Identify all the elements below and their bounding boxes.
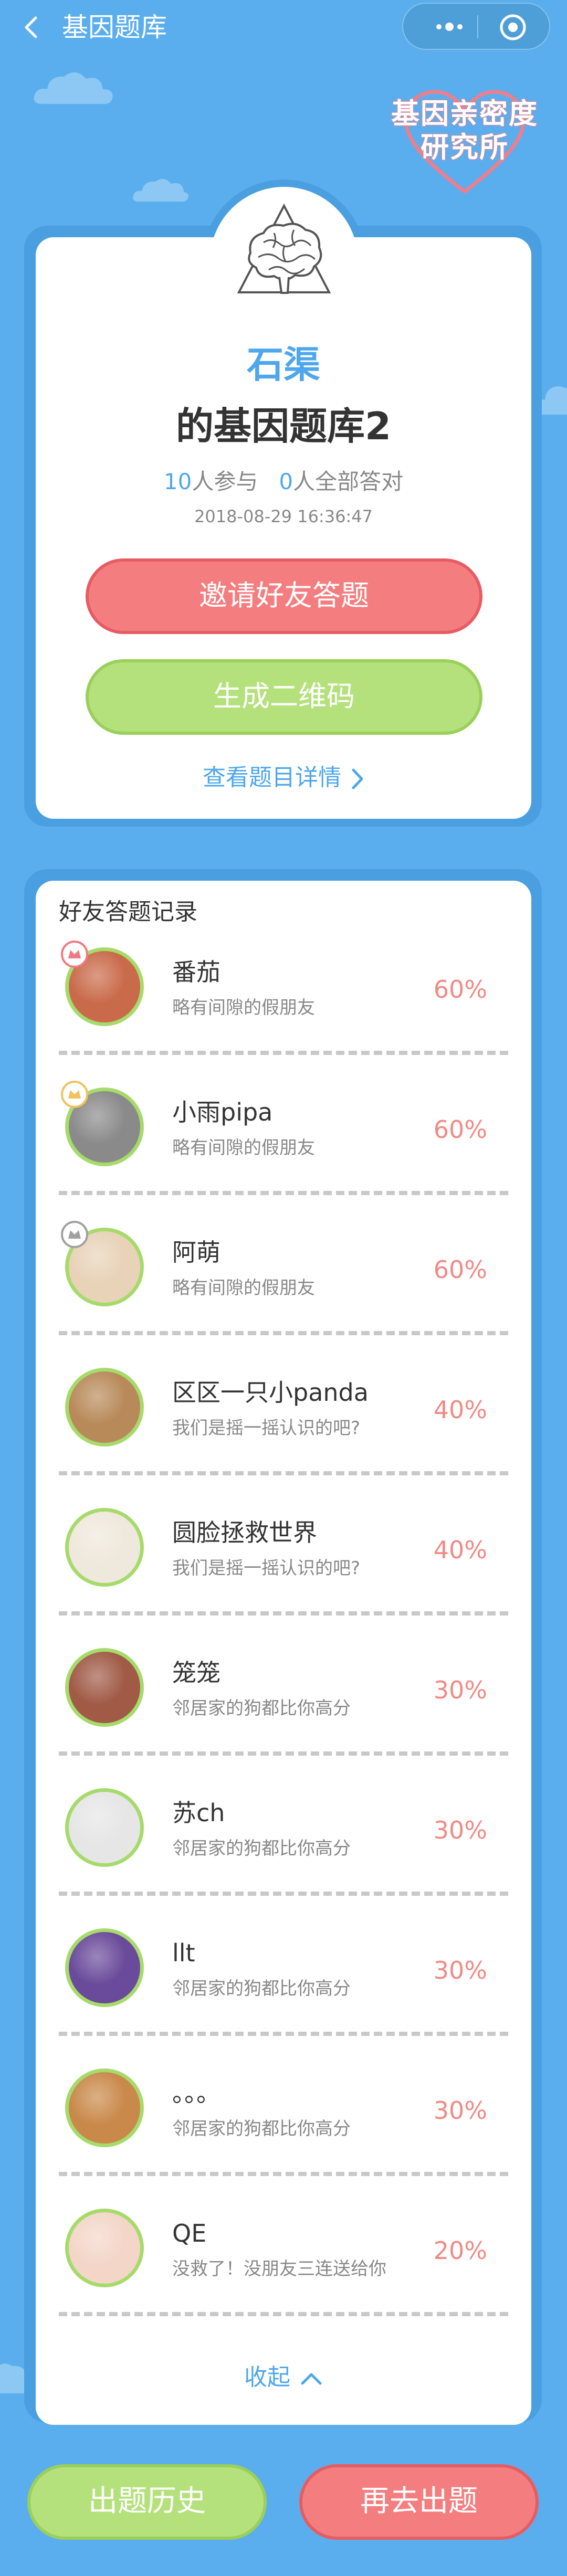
friend-avatar [65,1508,144,1587]
dashed-divider [59,1892,508,1896]
rank-badge-icon [61,941,88,968]
dashed-divider [59,2032,508,2036]
friend-record-row[interactable]: 小雨pipa 略有间隙的假朋友 60% [36,1074,531,1215]
logo-line-1: 基因亲密度 [391,97,538,130]
chevron-up-icon [301,2373,322,2385]
friend-nickname: 番茄 [172,958,220,986]
dashed-divider [59,1751,508,1756]
rank-badge-icon [61,1221,88,1248]
friend-nickname: 苏ch⁣ [172,1799,225,1827]
generate-qrcode-button[interactable]: 生成二维码 [86,659,482,735]
dashed-divider [59,1191,508,1195]
question-history-button[interactable]: 出题历史 [27,2464,267,2540]
friend-relationship-comment: 邻居家的狗都比你高分 [172,1838,351,1859]
dashed-divider [59,2312,508,2316]
all-correct-label: 人全部答对 [293,469,404,494]
mini-program-capsule [402,3,550,50]
dashed-divider [59,1471,508,1475]
friend-avatar [65,1788,144,1867]
friend-record-row[interactable]: 番茄略有间隙的假朋友 60% [36,934,531,1074]
friend-nickname: llt [172,1939,195,1967]
friend-score: 20% [433,2236,487,2265]
friend-records-title: 好友答题记录 [59,899,197,925]
friend-score: 30% [433,1956,487,1984]
friend-avatar [65,1368,144,1447]
friend-relationship-comment: 我们是摇一摇认识的吧? [172,1558,361,1579]
friend-relationship-comment: 没救了！没朋友三连送给你 [172,2258,386,2279]
friend-nickname: 区区一只小panda [172,1378,369,1407]
friend-record-row[interactable]: 区区一只小panda 我们是摇一摇认识的吧? 40% [36,1355,531,1495]
friend-relationship-comment: 我们是摇一摇认识的吧? [172,1418,361,1439]
friend-score: 40% [433,1536,487,1564]
cloud-decoration [133,178,188,202]
capsule-divider [477,15,478,38]
view-details-label: 查看题目详情 [203,764,341,791]
friend-record-row[interactable]: 笼笼邻居家的狗都比你高分 30% [36,1635,531,1775]
friend-score: 60% [433,975,487,1004]
friend-record-row[interactable]: 阿萌略有间隙的假朋友 60% [36,1215,531,1355]
all-correct-count: 0 [279,469,293,494]
participation-stats: 10人参与 0人全部答对 [0,466,567,498]
friend-avatar [65,1928,144,2007]
friend-relationship-comment: 略有间隙的假朋友 [172,1137,315,1158]
friend-score: 30% [433,1816,487,1844]
invite-friends-button[interactable]: 邀请好友答题 [86,558,482,634]
cloud-decoration [34,72,113,104]
friend-relationship-comment: 邻居家的狗都比你高分 [172,1698,351,1719]
brain-pyramid-icon [237,203,331,294]
more-options-icon[interactable] [426,17,484,36]
friend-nickname: 阿萌 [172,1238,220,1266]
question-bank-title: 的基因题库2 [175,404,392,448]
dashed-divider [59,1051,508,1055]
back-arrow-icon[interactable] [21,16,42,39]
close-mini-program-icon[interactable] [499,13,527,41]
create-again-button[interactable]: 再去出题 [299,2464,539,2540]
collapse-label: 收起 [244,2364,290,2391]
author-name: 石渠 [247,343,320,386]
view-question-details-link[interactable]: 查看题目详情 [0,762,567,794]
friend-score: 30% [433,2096,487,2125]
friend-nickname: 圆脸拯救世界 [172,1518,317,1547]
created-date: 2018-08-29 16:36:47 [194,506,373,526]
dashed-divider [59,2172,508,2176]
friend-avatar [65,1648,144,1727]
friend-avatar [65,2209,144,2287]
friend-nickname: 笼笼 [172,1659,220,1687]
friend-record-row[interactable]: QE 没救了！没朋友三连送给你 20% [36,2195,531,2336]
logo-line-2: 研究所 [421,131,509,164]
friend-nickname: 小雨pipa [172,1098,273,1126]
friend-score: 60% [433,1115,487,1144]
friend-relationship-comment: 邻居家的狗都比你高分 [172,2118,351,2139]
friend-nickname: QE [172,2219,207,2247]
friend-relationship-comment: 略有间隙的假朋友 [172,1278,315,1298]
genetic-intimacy-logo: 基因亲密度 研究所 [378,79,551,199]
dashed-divider [59,1331,508,1335]
dashed-divider [59,1611,508,1616]
participant-count: 10 [163,469,192,494]
nav-bar: 基因题库 [0,0,567,55]
friend-score: 40% [433,1396,487,1424]
friend-relationship-comment: 略有间隙的假朋友 [172,997,315,1018]
friend-record-row[interactable]: llt 邻居家的狗都比你高分 30% [36,1915,531,2055]
friend-record-row[interactable]: ⁣。。。邻居家的狗都比你高分 30% [36,2055,531,2195]
friend-record-row[interactable]: 苏ch⁣ 邻居家的狗都比你高分 30% [36,1775,531,1915]
rank-badge-icon [61,1081,88,1108]
friend-record-row[interactable]: 圆脸拯救世界我们是摇一摇认识的吧? 40% [36,1495,531,1635]
chevron-right-icon [352,768,363,789]
friend-relationship-comment: 邻居家的狗都比你高分 [172,1978,351,1999]
friend-score: 60% [433,1255,487,1284]
nav-title: 基因题库 [62,12,167,43]
friend-score: 30% [433,1676,487,1704]
participant-label: 人参与 [192,469,258,494]
friend-avatar [65,2068,144,2147]
friend-nickname: ⁣。。。 [172,2079,220,2107]
collapse-link[interactable]: 收起 [0,2362,567,2393]
